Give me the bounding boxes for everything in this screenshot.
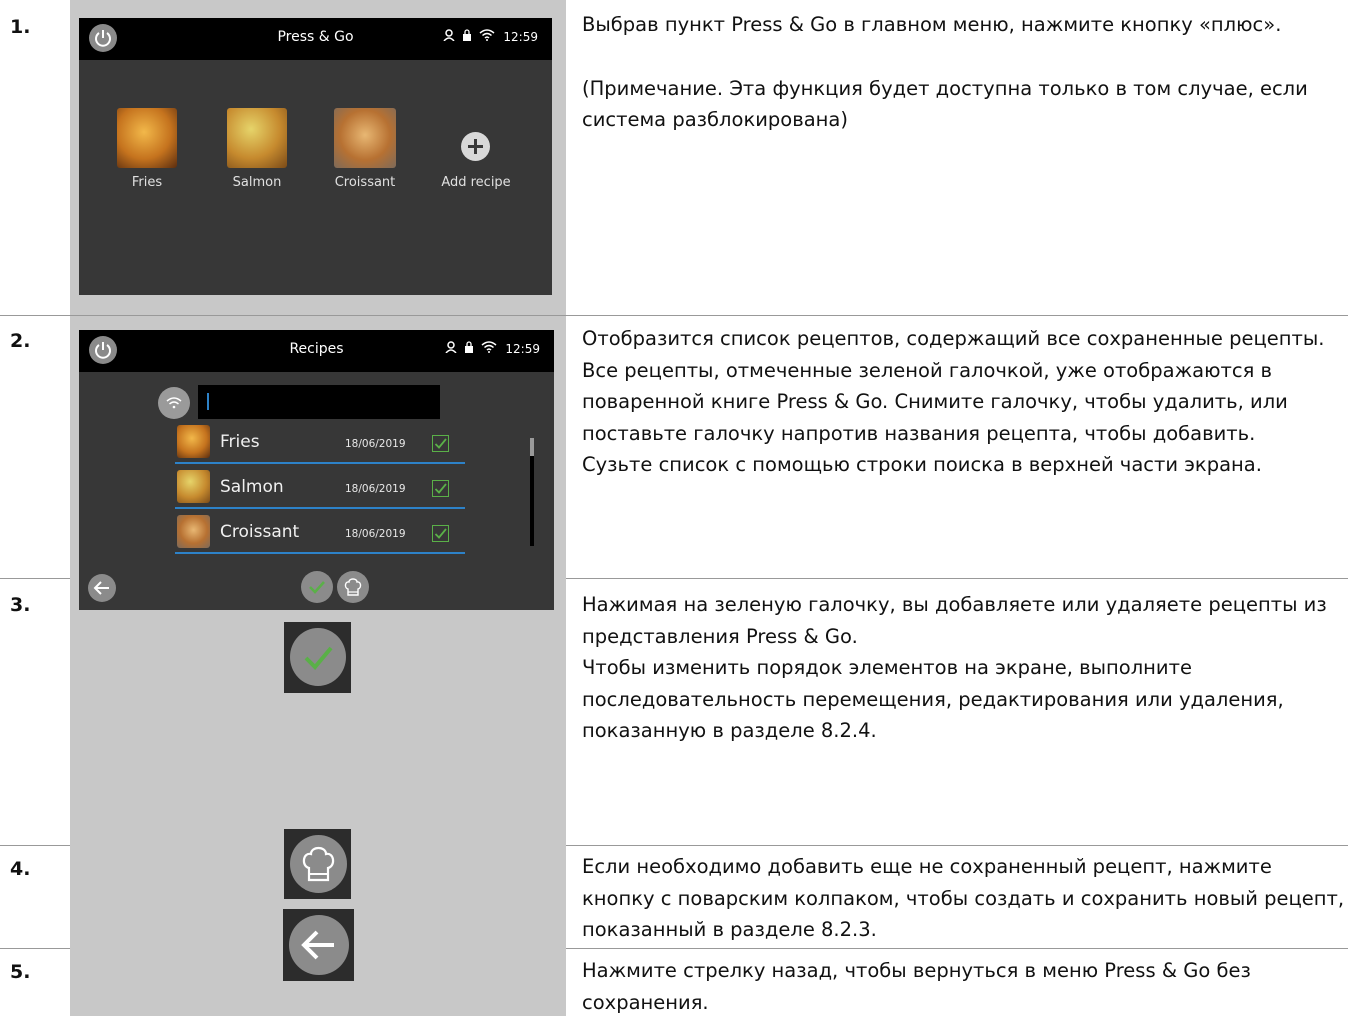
fries-thumbnail[interactable] <box>117 108 177 168</box>
user-icon <box>445 341 457 356</box>
scrollbar[interactable] <box>530 438 534 546</box>
back-arrow-icon[interactable] <box>289 915 349 975</box>
lock-icon <box>463 29 472 44</box>
status-area: 12:59 <box>445 341 540 356</box>
paragraph: Нажимая на зеленую галочку, вы добавляет… <box>582 593 1327 648</box>
paragraph: Чтобы изменить порядок элементов на экра… <box>582 656 1284 742</box>
wifi-icon[interactable] <box>158 387 190 419</box>
plus-icon[interactable] <box>461 132 490 161</box>
clock: 12:59 <box>505 341 540 356</box>
row-divider <box>0 948 70 949</box>
croissant-thumbnail <box>177 515 210 548</box>
tile-label: Fries <box>131 175 163 190</box>
top-bar: Recipes 12:59 <box>79 330 554 372</box>
top-bar: Press & Go 12:59 <box>79 18 552 60</box>
recipe-date: 18/06/2019 <box>345 528 406 540</box>
user-icon <box>443 29 455 44</box>
recipe-date: 18/06/2019 <box>345 483 406 495</box>
fries-thumbnail <box>177 425 210 458</box>
paragraph: Нажмите стрелку назад, чтобы вернуться в… <box>582 959 1251 1014</box>
step-number: 1. <box>10 16 31 38</box>
step-number: 5. <box>10 961 31 983</box>
recipe-checkbox[interactable] <box>432 480 449 497</box>
paragraph: Если необходимо добавить еще не сохранен… <box>582 855 1345 941</box>
paragraph: Все рецепты, отмеченные зеленой галочкой… <box>582 358 1288 445</box>
row-divider <box>0 315 1348 316</box>
confirm-button-illustration <box>284 622 351 693</box>
croissant-thumbnail[interactable] <box>334 108 396 168</box>
recipe-checkbox[interactable] <box>432 435 449 452</box>
new-recipe-button-illustration <box>284 829 351 899</box>
chef-hat-icon[interactable] <box>337 571 369 603</box>
row-separator <box>175 552 465 554</box>
row-divider <box>566 948 1348 949</box>
step-number: 2. <box>10 330 31 352</box>
clock: 12:59 <box>503 29 538 44</box>
row-separator <box>175 507 465 509</box>
step-number: 4. <box>10 858 31 880</box>
salmon-thumbnail <box>177 470 210 503</box>
row-separator <box>175 462 465 464</box>
text-cursor <box>207 393 209 410</box>
status-area: 12:59 <box>443 29 538 44</box>
recipe-name[interactable]: Fries <box>220 432 260 452</box>
paragraph: (Примечание. Эта функция будет доступна … <box>582 76 1308 132</box>
paragraph: Сузьте список с помощью строки поиска в … <box>582 453 1262 476</box>
step-4-text: Если необходимо добавить еще не сохранен… <box>582 851 1346 946</box>
tile-label: Add recipe <box>441 175 511 190</box>
tile-label: Salmon <box>232 175 282 190</box>
recipe-checkbox[interactable] <box>432 525 449 542</box>
recipe-name[interactable]: Croissant <box>220 522 299 542</box>
step-number: 3. <box>10 594 31 616</box>
paragraph: Выбрав пункт Press & Go в главном меню, … <box>582 13 1282 36</box>
tile-label: Croissant <box>334 175 396 190</box>
recipe-name[interactable]: Salmon <box>220 477 284 497</box>
chef-hat-icon[interactable] <box>290 835 347 893</box>
wifi-icon <box>481 341 497 356</box>
scrollbar-thumb[interactable] <box>530 438 534 456</box>
row-divider <box>0 578 70 579</box>
wifi-icon <box>479 29 495 44</box>
check-icon[interactable] <box>301 571 333 603</box>
recipe-date: 18/06/2019 <box>345 438 406 450</box>
row-divider <box>566 845 1348 846</box>
step-5-text: Нажмите стрелку назад, чтобы вернуться в… <box>582 955 1346 1018</box>
step-3-text: Нажимая на зеленую галочку, вы добавляет… <box>582 589 1346 747</box>
row-divider <box>0 845 70 846</box>
press-and-go-screen: Press & Go 12:59 Fries Salmon Croissant … <box>79 18 552 295</box>
back-arrow-icon[interactable] <box>88 574 116 602</box>
paragraph: Отобразится список рецептов, содержащий … <box>582 327 1325 350</box>
salmon-thumbnail[interactable] <box>227 108 287 168</box>
step-2-text: Отобразится список рецептов, содержащий … <box>582 323 1346 481</box>
lock-icon <box>465 341 474 356</box>
step-1-text: Выбрав пункт Press & Go в главном меню, … <box>582 9 1346 136</box>
row-divider <box>566 578 1348 579</box>
search-input[interactable] <box>198 385 440 419</box>
back-button-illustration <box>283 909 354 981</box>
recipes-screen: Recipes 12:59 Fries 18/06/2019 Salmon 18… <box>79 330 554 610</box>
check-icon[interactable] <box>290 628 346 686</box>
